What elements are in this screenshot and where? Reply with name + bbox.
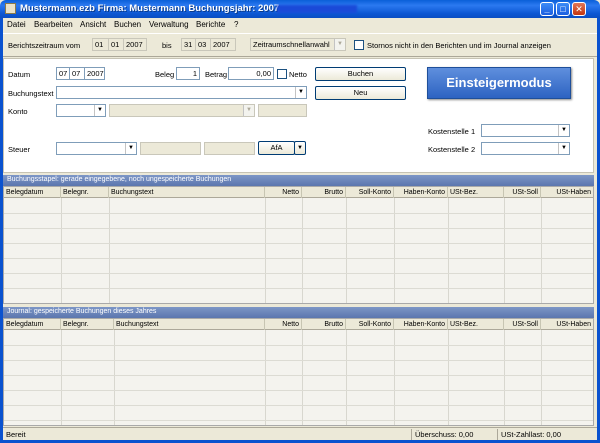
- chevron-down-icon[interactable]: ▼: [295, 87, 306, 98]
- status-bar: Bereit Überschuss: 0,00 USt-Zahllast: 0,…: [3, 427, 597, 440]
- journal-grid[interactable]: Belegdatum Belegnr. Buchungstext Netto B…: [3, 318, 594, 426]
- date-label: Datum: [8, 70, 31, 79]
- net-checkbox[interactable]: [277, 69, 287, 79]
- period-from-month[interactable]: 01: [108, 38, 124, 51]
- menu-help[interactable]: ?: [234, 20, 238, 29]
- book-button[interactable]: Buchen: [315, 67, 406, 81]
- menu-bar: Datei Bearbeiten Ansicht Buchen Verwaltu…: [3, 18, 597, 33]
- chevron-down-icon[interactable]: ▼: [94, 105, 105, 116]
- cost-center1-label: Kostenstelle 1: [428, 127, 476, 136]
- tax-account-field: [204, 142, 255, 155]
- cost-center2-dropdown[interactable]: ▼: [481, 142, 570, 155]
- period-label: Berichtszeitraum vom: [8, 41, 81, 50]
- menu-ansicht[interactable]: Ansicht: [80, 20, 106, 29]
- new-button[interactable]: Neu: [315, 86, 406, 100]
- cost-center1-dropdown[interactable]: ▼: [481, 124, 570, 137]
- chevron-down-icon[interactable]: ▼: [125, 143, 136, 154]
- status-state: Bereit: [6, 430, 26, 439]
- afa-dropdown-icon[interactable]: ▼: [294, 141, 306, 155]
- tax-amount-field: [140, 142, 201, 155]
- menu-berichte[interactable]: Berichte: [196, 20, 225, 29]
- afa-button[interactable]: AfA: [258, 141, 295, 155]
- journal-section-title: Journal: gespeicherte Buchungen dieses J…: [3, 307, 594, 318]
- chevron-down-icon[interactable]: ▼: [558, 125, 569, 136]
- tax-label: Steuer: [8, 145, 31, 154]
- batch-grid[interactable]: Belegdatum Belegnr. Buchungstext Netto B…: [3, 186, 594, 304]
- receipt-input[interactable]: 1: [176, 67, 200, 80]
- status-surplus: Überschuss: 0,00: [411, 429, 497, 440]
- window-title: Mustermann.ezb Firma: Mustermann Buchung…: [20, 3, 280, 14]
- net-label: Netto: [289, 70, 307, 79]
- maximize-icon[interactable]: □: [556, 2, 570, 16]
- close-icon[interactable]: ✕: [572, 2, 586, 16]
- period-to-day[interactable]: 31: [181, 38, 196, 51]
- cost-center2-label: Kostenstelle 2: [428, 145, 476, 154]
- account-balance-field: [258, 104, 307, 117]
- booking-text-label: Buchungstext: [8, 89, 54, 98]
- status-vat-due: USt-Zahllast: 0,00: [497, 429, 593, 440]
- date-year-input[interactable]: 2007: [84, 67, 105, 80]
- menu-datei[interactable]: Datei: [7, 20, 26, 29]
- menu-buchen[interactable]: Buchen: [114, 20, 141, 29]
- hide-reversals-checkbox[interactable]: [354, 40, 364, 50]
- account-name-field: ▼: [109, 104, 255, 117]
- period-from-year[interactable]: 2007: [123, 38, 147, 51]
- account-dropdown[interactable]: ▼: [56, 104, 106, 117]
- date-day-input[interactable]: 07: [56, 67, 70, 80]
- menu-verwaltung[interactable]: Verwaltung: [149, 20, 189, 29]
- chevron-down-icon: ▼: [243, 105, 254, 116]
- quick-select-dropdown[interactable]: Zeitraumschnellanwahl ▼: [250, 38, 346, 51]
- chevron-down-icon[interactable]: ▼: [558, 143, 569, 154]
- period-to-month[interactable]: 03: [195, 38, 211, 51]
- quick-select-value: Zeitraumschnellanwahl: [253, 40, 330, 49]
- period-from-day[interactable]: 01: [92, 38, 109, 51]
- period-to-label: bis: [162, 41, 172, 50]
- journal-grid-lines: [4, 319, 593, 425]
- batch-section-title: Buchungsstapel: gerade eingegebene, noch…: [3, 175, 594, 186]
- tax-dropdown[interactable]: ▼: [56, 142, 137, 155]
- amount-input[interactable]: 0,00: [228, 67, 274, 80]
- receipt-label: Beleg: [155, 70, 175, 79]
- redacted-title-area: [277, 5, 357, 13]
- chevron-down-icon[interactable]: ▼: [334, 39, 345, 50]
- hide-reversals-label: Stornos nicht in den Berichten und im Jo…: [367, 41, 551, 50]
- beginner-mode-button[interactable]: Einsteigermodus: [427, 67, 571, 99]
- app-icon[interactable]: [5, 3, 16, 14]
- account-label: Konto: [8, 107, 28, 116]
- booking-text-input[interactable]: ▼: [56, 86, 307, 99]
- period-to-year[interactable]: 2007: [210, 38, 236, 51]
- date-month-input[interactable]: 07: [69, 67, 85, 80]
- menu-bearbeiten[interactable]: Bearbeiten: [34, 20, 73, 29]
- amount-label: Betrag: [205, 70, 228, 79]
- batch-grid-lines: [4, 187, 593, 303]
- minimize-icon[interactable]: _: [540, 2, 554, 16]
